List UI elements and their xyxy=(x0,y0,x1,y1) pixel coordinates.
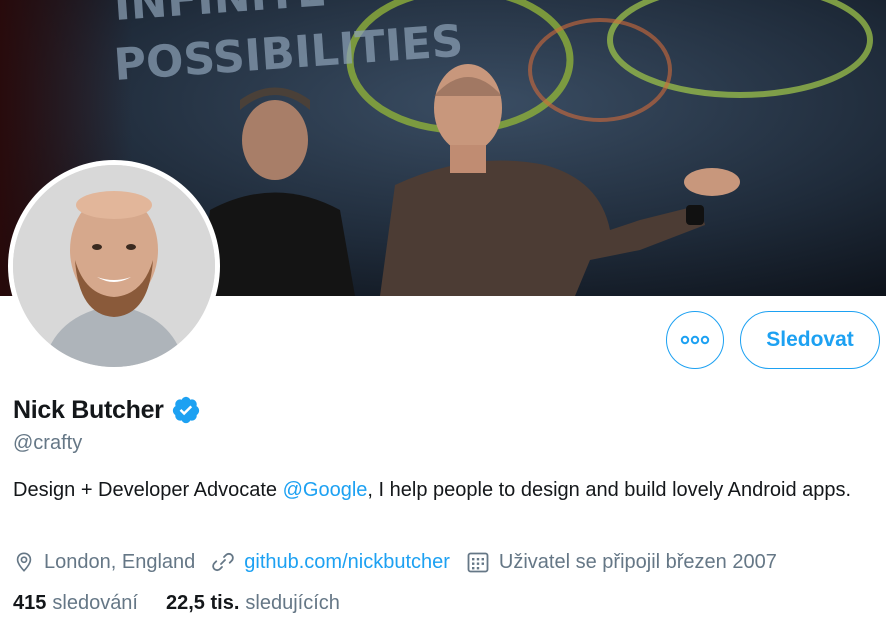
joined-item: Uživatel se připojil březen 2007 xyxy=(466,550,777,574)
followers-label: sledujících xyxy=(245,592,340,614)
following-count: 415 xyxy=(13,592,47,614)
bio-text-post: , I help people to design and build love… xyxy=(367,479,852,501)
location-text: London, England xyxy=(44,550,196,573)
bio-text-pre: Design + Developer Advocate xyxy=(13,479,283,501)
website-item[interactable]: github.com/nickbutcher xyxy=(211,550,450,574)
profile-meta: London, England github.com/nickbutcher U… xyxy=(13,547,793,577)
profile-stats: 415 sledování 22,5 tis. sledujících xyxy=(13,592,368,615)
verified-badge-icon xyxy=(172,396,199,424)
calendar-icon xyxy=(467,552,489,573)
avatar xyxy=(13,165,215,367)
website-link[interactable]: github.com/nickbutcher xyxy=(244,551,450,574)
followers-count: 22,5 tis. xyxy=(166,592,240,614)
bio-mention-link[interactable]: @Google xyxy=(283,479,368,501)
followers-stat[interactable]: 22,5 tis. sledujících xyxy=(166,592,340,615)
more-icon xyxy=(680,335,710,345)
link-icon xyxy=(212,552,235,572)
more-options-button[interactable] xyxy=(666,311,724,369)
joined-text: Uživatel se připojil březen 2007 xyxy=(498,550,777,573)
profile-handle: @crafty xyxy=(13,432,83,454)
location-item: London, England xyxy=(13,550,195,574)
follow-button[interactable]: Sledovat xyxy=(740,311,880,369)
location-pin-icon xyxy=(16,552,32,572)
profile-name: Nick Butcher xyxy=(13,395,164,424)
following-stat[interactable]: 415 sledování xyxy=(13,592,138,615)
profile-name-row: Nick Butcher xyxy=(13,395,201,425)
avatar-frame[interactable] xyxy=(8,160,220,372)
profile-bio: Design + Developer Advocate @Google, I h… xyxy=(13,476,873,505)
following-label: sledování xyxy=(52,592,138,614)
